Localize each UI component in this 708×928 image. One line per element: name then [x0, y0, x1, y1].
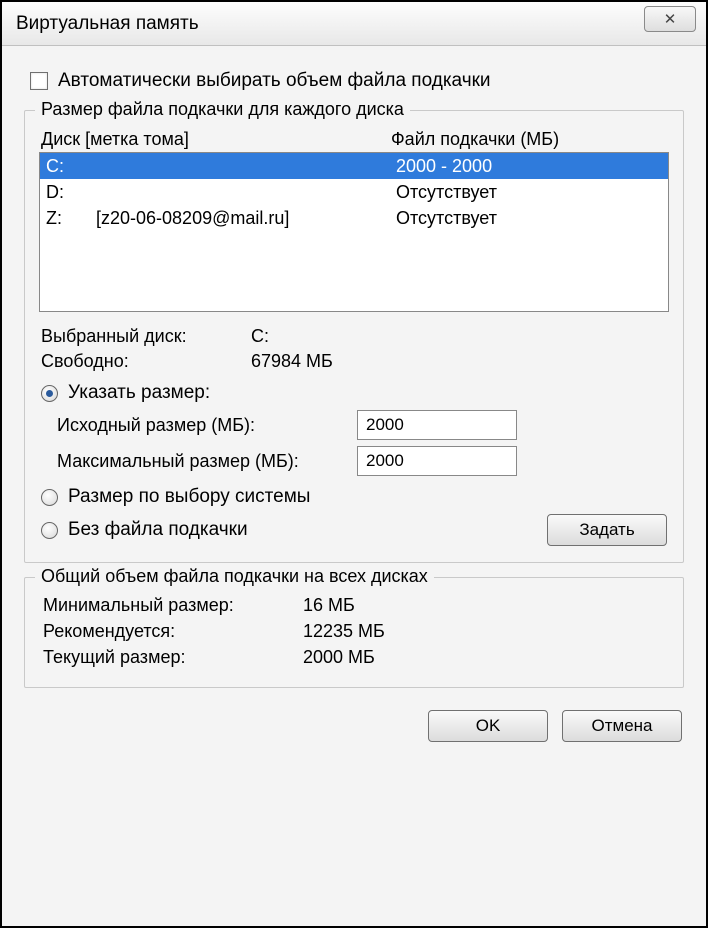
auto-manage-label: Автоматически выбирать объем файла подка…: [58, 70, 491, 92]
dialog-footer: OK Отмена: [24, 702, 684, 742]
free-space-value: 67984 МБ: [251, 351, 333, 372]
drive-label: [96, 154, 396, 178]
title-bar: Виртуальная память ✕: [2, 2, 706, 46]
drive-list-headers: Диск [метка тома] Файл подкачки (МБ): [41, 129, 667, 150]
free-space-row: Свободно: 67984 МБ: [41, 351, 667, 372]
close-icon: ✕: [664, 10, 677, 28]
drive-list[interactable]: C: 2000 - 2000 D: Отсутствует Z: [z20-06…: [39, 152, 669, 312]
drive-letter: Z:: [46, 206, 96, 230]
current-size-label: Текущий размер:: [43, 647, 303, 668]
initial-size-row: Исходный размер (МБ):: [57, 410, 667, 440]
drive-pagefile: Отсутствует: [396, 206, 662, 230]
recommended-size-value: 12235 МБ: [303, 621, 385, 642]
dialog-body: Автоматически выбирать объем файла подка…: [2, 46, 706, 926]
auto-manage-row: Автоматически выбирать объем файла подка…: [30, 70, 684, 92]
auto-manage-checkbox[interactable]: [30, 72, 48, 90]
cancel-button[interactable]: Отмена: [562, 710, 682, 742]
drive-letter: C:: [46, 154, 96, 178]
system-size-radio-row: Размер по выбору системы: [41, 486, 667, 508]
selected-drive-label: Выбранный диск:: [41, 326, 251, 347]
window-title: Виртуальная память: [16, 13, 199, 35]
drive-pagefile: Отсутствует: [396, 180, 662, 204]
virtual-memory-dialog: Виртуальная память ✕ Автоматически выбир…: [0, 0, 708, 928]
current-size-row: Текущий размер: 2000 МБ: [43, 647, 665, 668]
selected-drive-row: Выбранный диск: C:: [41, 326, 667, 347]
initial-size-input[interactable]: [357, 410, 517, 440]
custom-size-label: Указать размер:: [68, 382, 210, 404]
summary-legend: Общий объем файла подкачки на всех диска…: [35, 566, 434, 587]
close-button[interactable]: ✕: [644, 6, 696, 32]
set-button[interactable]: Задать: [547, 514, 667, 546]
free-space-label: Свободно:: [41, 351, 251, 372]
recommended-size-row: Рекомендуется: 12235 МБ: [43, 621, 665, 642]
drive-row[interactable]: Z: [z20-06-08209@mail.ru] Отсутствует: [40, 205, 668, 231]
drive-label: [z20-06-08209@mail.ru]: [96, 206, 396, 230]
header-pagefile: Файл подкачки (МБ): [391, 129, 667, 150]
min-size-value: 16 МБ: [303, 595, 355, 616]
current-size-value: 2000 МБ: [303, 647, 375, 668]
min-size-row: Минимальный размер: 16 МБ: [43, 595, 665, 616]
custom-size-radio[interactable]: [41, 385, 58, 402]
drive-letter: D:: [46, 180, 96, 204]
ok-button[interactable]: OK: [428, 710, 548, 742]
header-drive: Диск [метка тома]: [41, 129, 391, 150]
system-size-radio[interactable]: [41, 489, 58, 506]
min-size-label: Минимальный размер:: [43, 595, 303, 616]
per-drive-group: Размер файла подкачки для каждого диска …: [24, 110, 684, 563]
max-size-row: Максимальный размер (МБ):: [57, 446, 667, 476]
summary-group: Общий объем файла подкачки на всех диска…: [24, 577, 684, 688]
max-size-input[interactable]: [357, 446, 517, 476]
drive-row[interactable]: C: 2000 - 2000: [40, 153, 668, 179]
per-drive-legend: Размер файла подкачки для каждого диска: [35, 99, 410, 120]
initial-size-label: Исходный размер (МБ):: [57, 415, 357, 436]
no-pagefile-radio[interactable]: [41, 522, 58, 539]
recommended-size-label: Рекомендуется:: [43, 621, 303, 642]
custom-size-radio-row: Указать размер:: [41, 382, 667, 404]
selected-drive-value: C:: [251, 326, 269, 347]
max-size-label: Максимальный размер (МБ):: [57, 451, 357, 472]
no-pagefile-label: Без файла подкачки: [68, 519, 248, 541]
system-size-label: Размер по выбору системы: [68, 486, 310, 508]
drive-label: [96, 180, 396, 204]
no-pagefile-row: Без файла подкачки Задать: [41, 514, 667, 546]
drive-pagefile: 2000 - 2000: [396, 154, 662, 178]
drive-row[interactable]: D: Отсутствует: [40, 179, 668, 205]
